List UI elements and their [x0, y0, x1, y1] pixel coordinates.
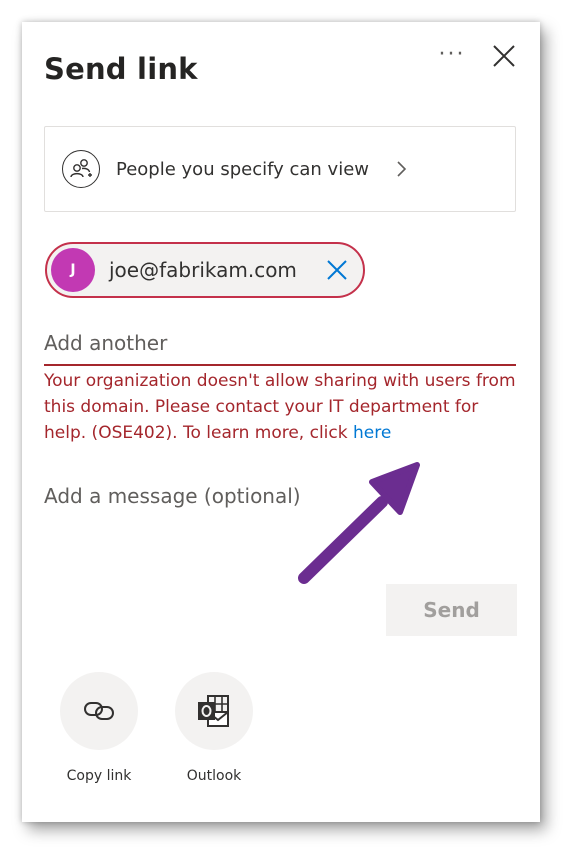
outlook-label: Outlook — [186, 768, 242, 784]
close-icon — [327, 260, 347, 280]
chevron-right-icon — [395, 160, 407, 178]
copy-link-label: Copy link — [66, 768, 132, 784]
send-button[interactable]: Send — [386, 584, 517, 636]
copy-link-button[interactable]: Copy link — [49, 672, 149, 784]
people-icon — [62, 150, 100, 188]
outlook-icon — [175, 672, 253, 750]
link-icon — [60, 672, 138, 750]
close-button[interactable] — [488, 40, 520, 72]
remove-recipient-button[interactable] — [325, 258, 349, 282]
more-options-button[interactable]: ··· — [432, 44, 472, 76]
permissions-label: People you specify can view — [116, 158, 369, 180]
add-another-input[interactable] — [44, 322, 516, 366]
error-message: Your organization doesn't allow sharing … — [44, 368, 516, 446]
error-text: Your organization doesn't allow sharing … — [44, 371, 516, 443]
avatar: J — [51, 248, 95, 292]
send-link-dialog: Send link ··· People you specify can vie… — [22, 22, 540, 822]
dialog-title: Send link — [44, 52, 198, 86]
link-permissions-button[interactable]: People you specify can view — [44, 126, 516, 212]
outlook-button[interactable]: Outlook — [164, 672, 264, 784]
recipient-chip[interactable]: J joe@fabrikam.com — [45, 242, 365, 298]
learn-more-link[interactable]: here — [353, 423, 391, 443]
recipient-email: joe@fabrikam.com — [109, 258, 297, 282]
message-input[interactable] — [44, 484, 516, 574]
close-icon — [493, 45, 515, 67]
